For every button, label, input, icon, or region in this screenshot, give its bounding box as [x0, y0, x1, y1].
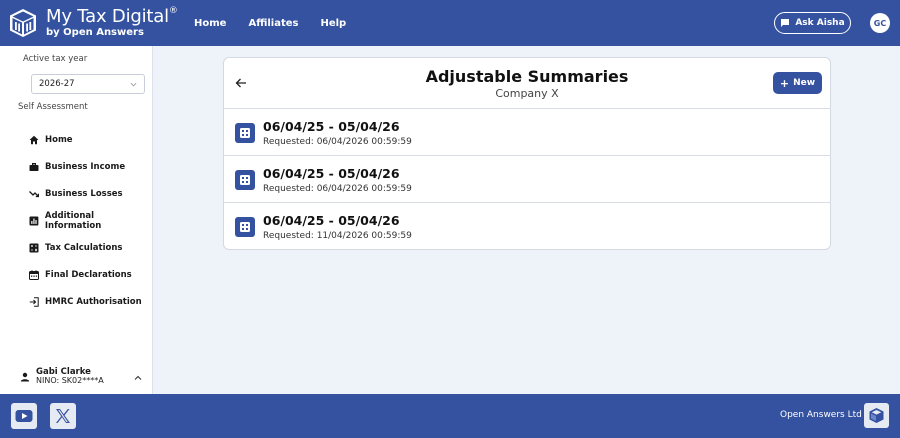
sidebar-item-label: Additional Information [44, 210, 102, 231]
sidebar-item-label: Business Income [45, 161, 126, 172]
nav-help[interactable]: Help [320, 18, 346, 29]
new-button[interactable]: + New [773, 72, 822, 94]
person-icon [20, 372, 30, 382]
x-link[interactable] [50, 403, 76, 429]
sidebar-item-label: Home [45, 134, 73, 145]
adjustable-summaries-card: Adjustable Summaries Company X + New 06/… [223, 57, 831, 250]
tax-year-select[interactable]: 2026-27 [31, 74, 145, 94]
home-icon [29, 135, 39, 144]
sidebar-item-label: Final Declarations [45, 269, 132, 280]
nav-affiliates[interactable]: Affiliates [248, 18, 298, 29]
youtube-link[interactable] [11, 403, 37, 429]
tax-year-label: Active tax year [23, 54, 88, 64]
user-profile[interactable]: Gabi Clarke NINO: SK02****A [20, 367, 104, 386]
footer: Open Answers Ltd [0, 394, 900, 438]
sidebar: Active tax year 2026-27 Self Assessment … [0, 46, 153, 394]
calendar-icon [29, 269, 39, 280]
footer-company: Open Answers Ltd [780, 410, 862, 420]
trending-down-icon [29, 190, 39, 197]
briefcase-icon [29, 162, 39, 171]
sidebar-menu: Home Business Income Business Losses Add… [29, 126, 152, 315]
summary-requested: Requested: 11/04/2026 00:59:59 [263, 231, 412, 241]
card-header: Adjustable Summaries Company X + New [224, 58, 830, 109]
top-bar: My Tax Digital® by Open Answers Home Aff… [0, 0, 900, 46]
ask-aisha-label: Ask Aisha [795, 18, 845, 28]
chevron-down-icon [130, 82, 137, 87]
bar-chart-icon [29, 216, 39, 225]
main-nav: Home Affiliates Help [194, 18, 368, 29]
user-avatar[interactable]: GC [870, 13, 890, 33]
calculator-icon [235, 170, 255, 190]
sidebar-item-label: Business Losses [45, 188, 123, 199]
sidebar-item-business-losses[interactable]: Business Losses [29, 180, 152, 207]
login-icon [29, 296, 39, 307]
cube-icon [869, 408, 884, 423]
cube-logo-icon [10, 9, 36, 37]
page-title: Adjustable Summaries [425, 67, 629, 86]
new-button-label: New [793, 78, 816, 88]
calculator-icon [235, 217, 255, 237]
nav-home[interactable]: Home [194, 18, 226, 29]
tax-year-value: 2026-27 [39, 79, 75, 89]
summary-period: 06/04/25 - 05/04/26 [263, 166, 400, 181]
user-nino: NINO: SK02****A [36, 376, 104, 386]
ask-aisha-button[interactable]: Ask Aisha [774, 12, 851, 34]
sidebar-item-final-declarations[interactable]: Final Declarations [29, 261, 152, 288]
brand[interactable]: My Tax Digital® by Open Answers [0, 0, 192, 46]
summary-requested: Requested: 06/04/2026 00:59:59 [263, 137, 412, 147]
summary-period: 06/04/25 - 05/04/26 [263, 119, 400, 134]
list-item[interactable]: 06/04/25 - 05/04/26 Requested: 06/04/202… [224, 109, 830, 156]
open-answers-logo[interactable] [864, 403, 889, 428]
list-item[interactable]: 06/04/25 - 05/04/26 Requested: 11/04/202… [224, 203, 830, 249]
chat-icon [781, 19, 790, 27]
section-label: Self Assessment [18, 102, 88, 112]
plus-icon: + [779, 76, 790, 90]
chevron-up-icon[interactable] [134, 374, 142, 382]
calculator-icon [29, 243, 39, 252]
app-title: My Tax Digital® [46, 6, 178, 27]
list-item[interactable]: 06/04/25 - 05/04/26 Requested: 06/04/202… [224, 156, 830, 203]
x-logo-icon [56, 409, 70, 423]
app-subtitle: by Open Answers [46, 27, 144, 38]
summary-requested: Requested: 06/04/2026 00:59:59 [263, 184, 412, 194]
sidebar-item-home[interactable]: Home [29, 126, 152, 153]
sidebar-item-additional-information[interactable]: Additional Information [29, 207, 152, 234]
sidebar-item-tax-calculations[interactable]: Tax Calculations [29, 234, 152, 261]
sidebar-item-business-income[interactable]: Business Income [29, 153, 152, 180]
calculator-icon [235, 123, 255, 143]
summary-period: 06/04/25 - 05/04/26 [263, 213, 400, 228]
registered-mark: ® [168, 6, 178, 16]
sidebar-item-label: HMRC Authorisation [45, 296, 142, 307]
page-subtitle: Company X [495, 87, 559, 100]
sidebar-item-hmrc-authorisation[interactable]: HMRC Authorisation [29, 288, 152, 315]
youtube-icon [15, 410, 33, 422]
sidebar-item-label: Tax Calculations [45, 242, 123, 253]
